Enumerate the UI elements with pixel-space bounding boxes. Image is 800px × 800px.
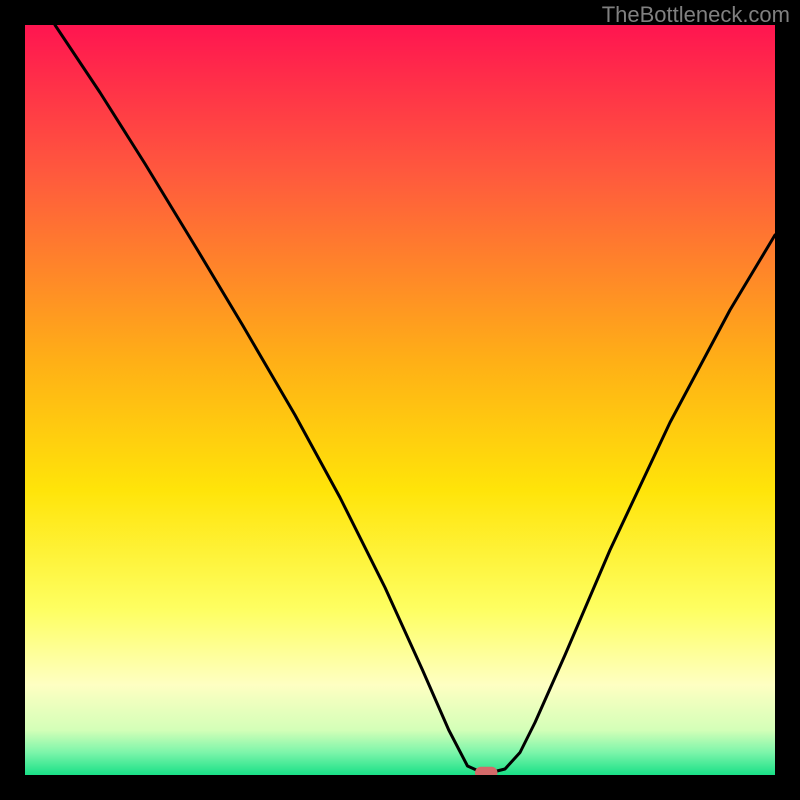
plot-area <box>25 25 775 775</box>
gradient-background <box>25 25 775 775</box>
optimal-point-marker <box>475 767 498 775</box>
bottleneck-chart <box>25 25 775 775</box>
chart-frame: TheBottleneck.com <box>0 0 800 800</box>
